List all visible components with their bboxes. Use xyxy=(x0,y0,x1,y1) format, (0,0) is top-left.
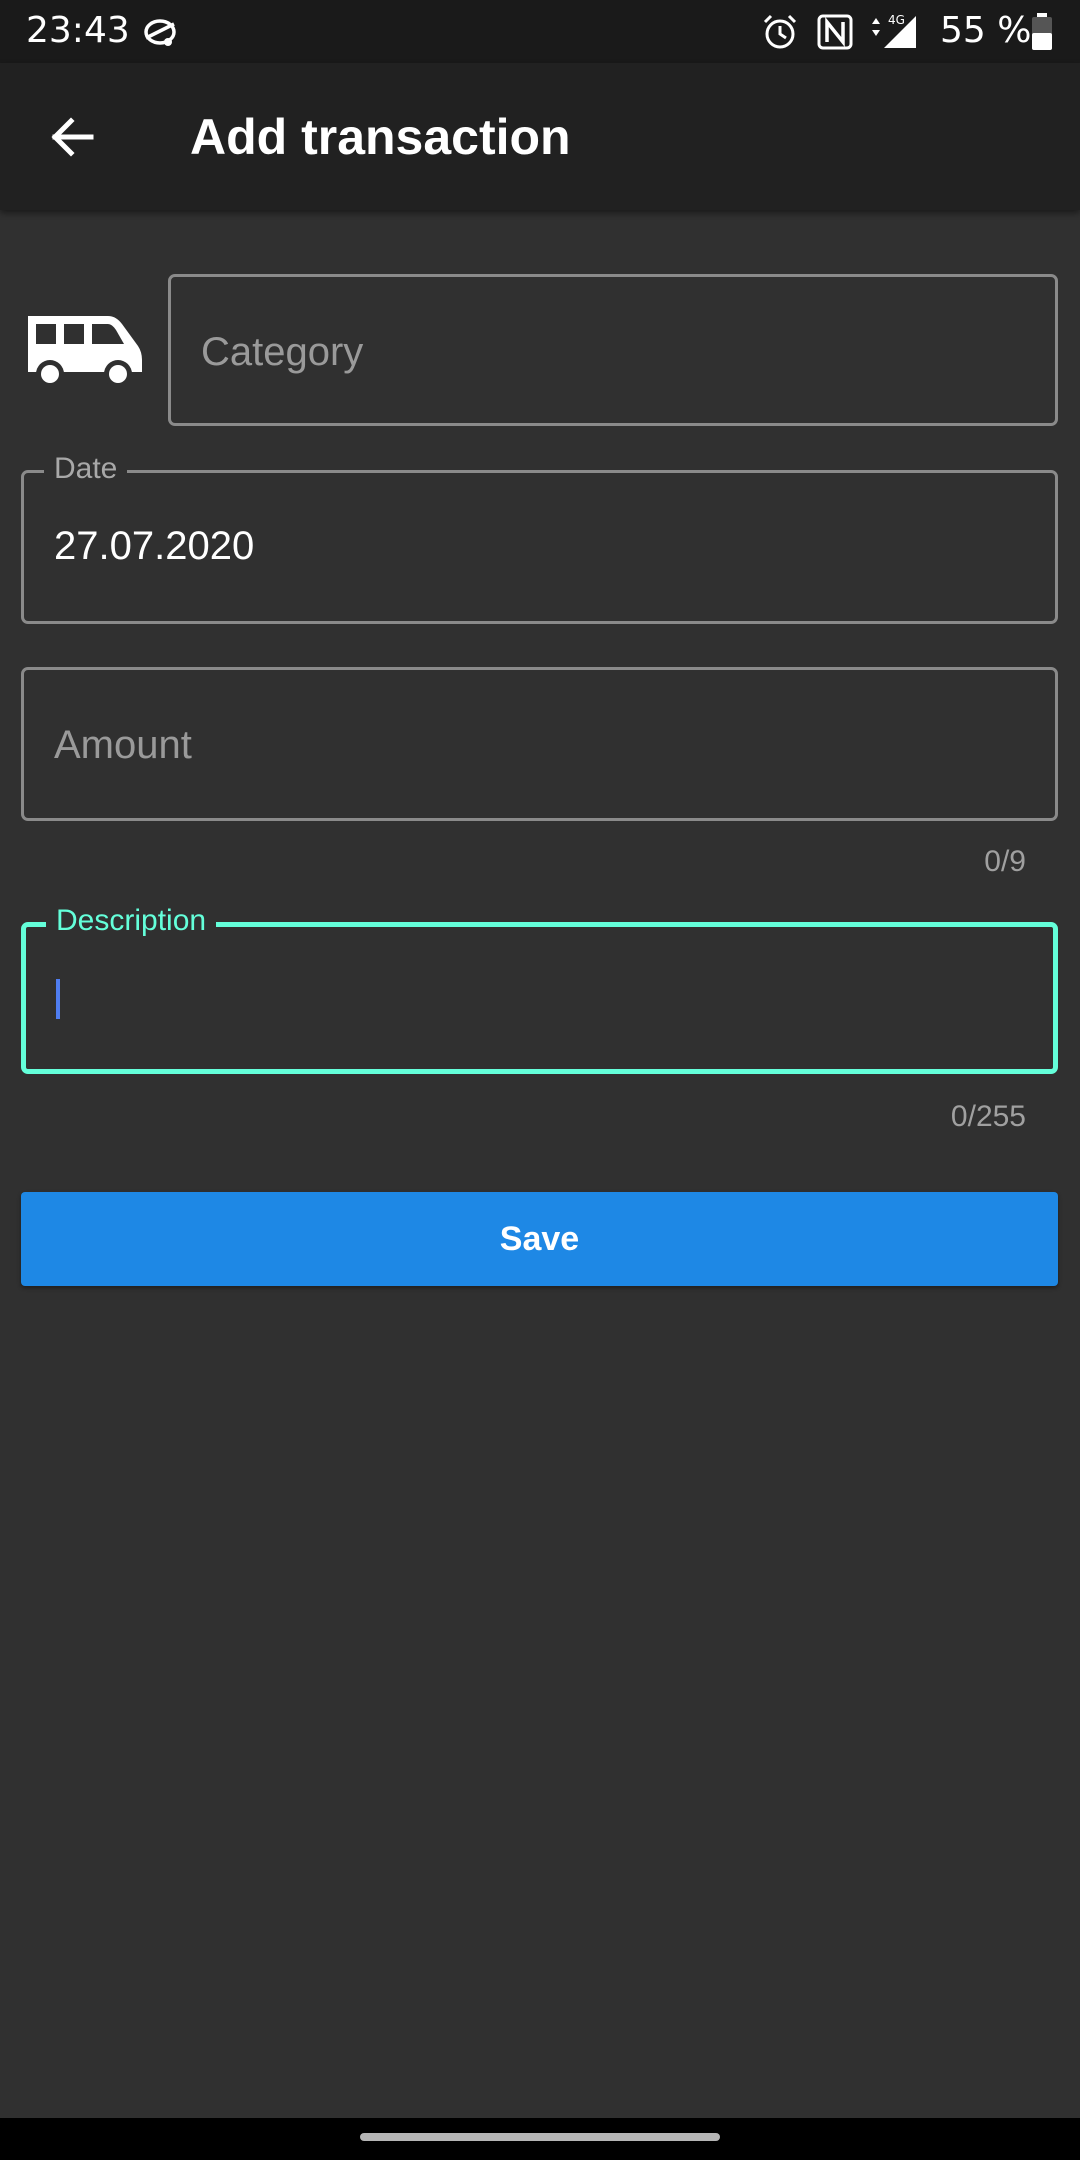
home-indicator[interactable] xyxy=(360,2133,720,2141)
network-type-label: 4G xyxy=(888,13,905,27)
signal-icon: 4G xyxy=(872,13,916,48)
category-field[interactable]: Category xyxy=(168,274,1058,426)
arrow-left-icon xyxy=(51,117,94,157)
description-field[interactable]: Description xyxy=(21,901,1058,1074)
amount-field[interactable]: Amount xyxy=(21,667,1058,821)
sync-icon xyxy=(144,19,176,46)
battery-icon xyxy=(1032,13,1052,50)
bus-icon xyxy=(28,316,142,388)
amount-counter: 0/9 xyxy=(984,845,1026,878)
description-counter: 0/255 xyxy=(950,1100,1026,1133)
alarm-icon xyxy=(763,14,797,49)
text-caret xyxy=(56,979,60,1019)
app-bar: Add transaction xyxy=(0,63,1080,210)
amount-placeholder: Amount xyxy=(54,723,192,767)
status-bar: 23:43 4G 55 % xyxy=(0,0,1080,63)
navigation-bar xyxy=(0,2118,1080,2160)
category-placeholder: Category xyxy=(201,330,364,374)
description-label: Description xyxy=(46,901,217,941)
nfc-icon xyxy=(817,14,853,50)
date-value: 27.07.2020 xyxy=(54,524,255,568)
date-label: Date xyxy=(44,449,128,489)
status-time: 23:43 xyxy=(26,10,130,51)
battery-percent: 55 % xyxy=(940,10,1032,51)
date-field[interactable]: Date 27.07.2020 xyxy=(21,449,1058,624)
back-button[interactable] xyxy=(36,101,108,173)
page-title: Add transaction xyxy=(190,109,571,165)
save-button[interactable]: Save xyxy=(21,1192,1058,1286)
